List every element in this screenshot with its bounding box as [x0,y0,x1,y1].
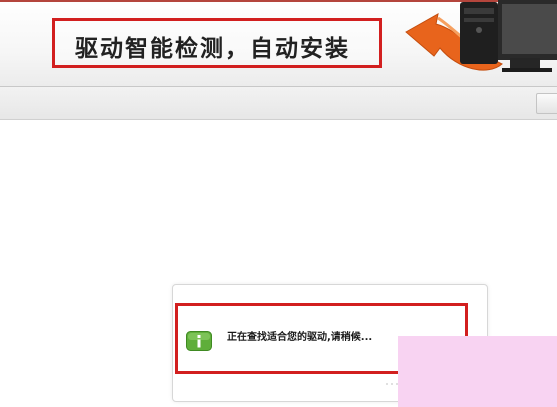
toolbar-strip [0,86,557,120]
title-highlight-frame: 驱动智能检测，自动安装 [52,18,382,68]
banner-title: 驱动智能检测，自动安装 [75,36,350,62]
desktop-pc-with-arrow-icon [405,0,557,72]
info-icon [186,331,212,351]
header-banner: 驱动智能检测，自动安装 [0,0,557,86]
blank-button-icon[interactable] [536,93,557,114]
pink-overlay-block [398,336,557,407]
driver-installer-window: 驱动智能检测，自动安装 正在查找适合您的驱动,请稍候... [0,0,557,407]
driver-search-status: 正在查找适合您的驱动,请稍候... [227,332,373,343]
